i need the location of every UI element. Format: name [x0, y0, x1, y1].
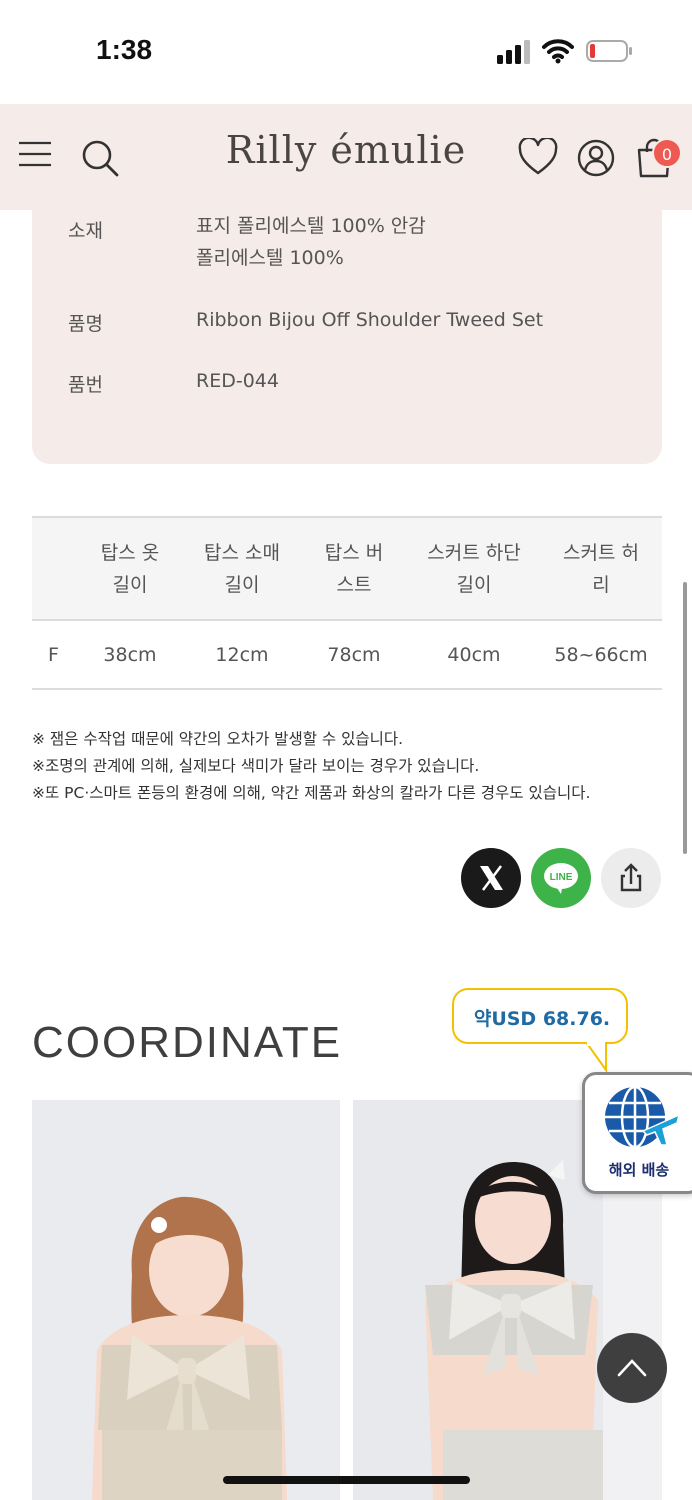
site-header: Rilly émulie 0	[0, 104, 692, 210]
share-more-button[interactable]	[601, 848, 661, 908]
scrollbar[interactable]	[683, 582, 687, 854]
size-cell: 58~66cm	[540, 620, 662, 690]
globe-airplane-icon	[605, 1085, 681, 1149]
line-logo-icon: LINE	[544, 863, 578, 894]
size-table: 탑스 옷 길이 탑스 소매 길이 탑스 버 스트 스커트 하단 길이 스커트 허리 F …	[32, 516, 662, 690]
product-number-value: RED-044	[196, 370, 279, 392]
size-header-top-length: 탑스 옷 길이	[76, 516, 184, 621]
material-value-line1: 표지 폴리에스텔 100% 안감	[196, 215, 426, 237]
user-account-icon[interactable]	[576, 138, 616, 178]
size-header-skirt-waist: 스커트 허리	[540, 516, 662, 621]
cellular-signal-icon	[497, 40, 530, 64]
line-logo-text: LINE	[550, 872, 573, 883]
product-name-label: 품명	[68, 313, 103, 335]
share-icon	[620, 863, 642, 892]
status-bar: 1:38	[0, 0, 692, 104]
product-info-box: 소재 표지 폴리에스텔 100% 안감 폴리에스텔 100% 품명 Ribbon…	[32, 210, 662, 464]
overseas-shipping-button[interactable]: 해외 배송	[582, 1072, 692, 1194]
size-header-sleeve-length: 탑스 소매 길이	[184, 516, 300, 621]
note-line: ※ 잼은 수작업 때문에 약간의 오차가 발생할 수 있습니다.	[32, 730, 404, 748]
chevron-up-icon	[617, 1359, 647, 1377]
price-conversion-bubble: 약USD 68.76.	[452, 988, 628, 1044]
table-row: F 38cm 12cm 78cm 40cm 58~66cm	[32, 620, 662, 690]
cart-count-badge: 0	[652, 138, 682, 168]
material-value: 표지 폴리에스텔 100% 안감 폴리에스텔 100%	[196, 210, 426, 274]
coordinate-title: COORDINATE	[32, 1018, 343, 1067]
converted-price: 약USD 68.76.	[473, 1008, 611, 1030]
x-logo-icon	[480, 865, 503, 891]
material-value-line2: 폴리에스텔 100%	[196, 247, 344, 269]
scroll-to-top-button[interactable]	[597, 1333, 667, 1403]
size-cell-label: F	[32, 620, 76, 690]
model-photo-image	[32, 1100, 340, 1500]
size-header-skirt-length: 스커트 하단 길이	[408, 516, 540, 621]
overseas-shipping-label: 해외 배송	[608, 1161, 670, 1179]
product-name-value: Ribbon Bijou Off Shoulder Tweed Set	[196, 309, 544, 331]
size-cell: 78cm	[300, 620, 408, 690]
share-x-button[interactable]	[461, 848, 521, 908]
status-time: 1:38	[96, 34, 153, 65]
size-cell: 12cm	[184, 620, 300, 690]
size-header-bust: 탑스 버 스트	[300, 516, 408, 621]
heart-icon[interactable]	[518, 138, 558, 176]
product-notes: ※ 잼은 수작업 때문에 약간의 오차가 발생할 수 있습니다. ※조명의 관계…	[32, 726, 672, 807]
wifi-icon	[542, 39, 574, 64]
note-line: ※또 PC·스마트 폰등의 환경에 의해, 약간 제품과 화상의 칼라가 다른 …	[32, 784, 591, 802]
home-indicator	[223, 1476, 470, 1484]
product-number-label: 품번	[68, 374, 103, 396]
coordinate-photo[interactable]	[32, 1100, 340, 1500]
size-cell: 40cm	[408, 620, 540, 690]
material-label: 소재	[68, 220, 103, 242]
bubble-tail-icon	[585, 1042, 607, 1072]
size-table-header-row: 탑스 옷 길이 탑스 소매 길이 탑스 버 스트 스커트 하단 길이 스커트 허리	[32, 516, 662, 621]
size-cell: 38cm	[76, 620, 184, 690]
share-line-button[interactable]: LINE	[531, 848, 591, 908]
note-line: ※조명의 관계에 의해, 실제보다 색미가 달라 보이는 경우가 있습니다.	[32, 757, 480, 775]
battery-low-icon	[586, 40, 632, 62]
size-header-blank	[32, 516, 76, 621]
